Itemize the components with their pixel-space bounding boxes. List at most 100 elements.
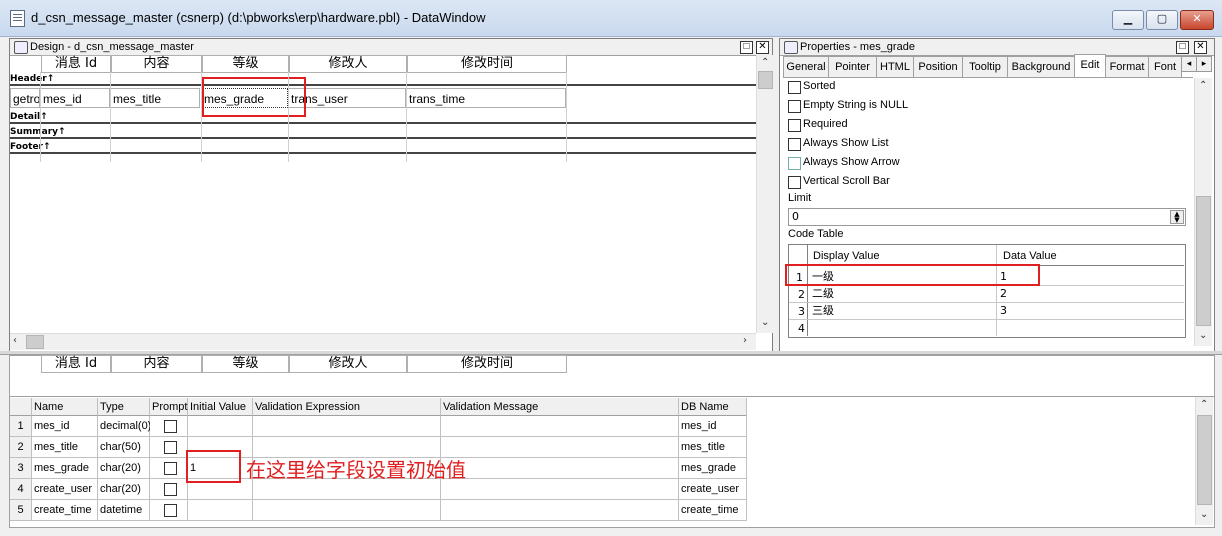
cell-name[interactable]: create_user (32, 479, 98, 500)
minimize-button[interactable]: ▁ (1112, 10, 1144, 30)
cell-dbname[interactable]: mes_grade (679, 458, 747, 479)
band-detail[interactable]: Detail↑ (10, 112, 756, 124)
cell-name[interactable]: mes_grade (32, 458, 98, 479)
cell-prompt (150, 416, 188, 437)
scroll-down-icon[interactable]: ⌄ (761, 317, 769, 328)
cell-dbname[interactable]: mes_id (679, 416, 747, 437)
scroll-down-icon[interactable]: ⌄ (1199, 330, 1207, 341)
tab-background[interactable]: Background (1007, 56, 1075, 77)
cell-validation-msg[interactable] (441, 416, 679, 437)
limit-input[interactable]: 0 ▲ ▼ (788, 208, 1186, 226)
cell-type[interactable]: char(20) (98, 479, 150, 500)
sorted-checkbox[interactable] (788, 81, 801, 94)
code-table-display-value[interactable]: 三级 (812, 303, 834, 319)
cell-name[interactable]: mes_id (32, 416, 98, 437)
tab-scroll-right-icon[interactable]: ▸ (1196, 56, 1212, 72)
design-header-content[interactable]: 内容 (111, 55, 202, 73)
detail-field-mes-id[interactable]: mes_id (40, 88, 110, 108)
highlight-grade-field (202, 77, 306, 117)
cell-name[interactable]: mes_title (32, 437, 98, 458)
cell-validation-expr[interactable] (253, 416, 441, 437)
empty-string-null-checkbox[interactable] (788, 100, 801, 113)
column-spec-header-name: Name (32, 398, 98, 416)
guide-line (566, 72, 567, 162)
design-close-icon[interactable]: ✕ (756, 41, 769, 54)
tab-font[interactable]: Font (1148, 56, 1182, 77)
scroll-thumb[interactable] (758, 71, 773, 89)
tab-html[interactable]: HTML (876, 56, 914, 77)
prompt-checkbox[interactable] (164, 483, 177, 496)
cell-type[interactable]: decimal(0) (98, 416, 151, 437)
scroll-right-icon[interactable]: › (743, 335, 747, 346)
cell-prompt (150, 479, 188, 500)
prompt-checkbox[interactable] (164, 420, 177, 433)
design-header-user[interactable]: 修改人 (289, 55, 407, 73)
scroll-left-icon[interactable]: ‹ (13, 335, 17, 346)
tab-scroll-left-icon[interactable]: ◂ (1181, 56, 1197, 72)
design-header-msgid[interactable]: 消息 Id (41, 55, 111, 73)
detail-field-getro[interactable]: getro (10, 88, 40, 108)
required-checkbox[interactable] (788, 119, 801, 132)
prompt-checkbox[interactable] (164, 441, 177, 454)
cell-validation-expr[interactable] (253, 500, 441, 521)
scroll-thumb[interactable] (1196, 196, 1211, 326)
design-pane-titlebar: Design - d_csn_message_master □ ✕ (10, 39, 772, 56)
always-show-list-checkbox[interactable] (788, 138, 801, 151)
cell-validation-msg[interactable] (441, 437, 679, 458)
design-vscroll[interactable]: ⌃ ⌄ (756, 55, 774, 333)
column-spec-vscroll[interactable]: ⌃ ⌄ (1195, 397, 1213, 525)
maximize-button[interactable]: ▢ (1146, 10, 1178, 30)
cell-validation-msg[interactable] (441, 500, 679, 521)
design-header-time[interactable]: 修改时间 (407, 55, 567, 73)
properties-vscroll[interactable]: ⌃ ⌄ (1194, 78, 1212, 346)
limit-spinner-icon[interactable]: ▲ ▼ (1170, 210, 1184, 224)
cell-type[interactable]: datetime (98, 500, 150, 521)
scroll-thumb[interactable] (1197, 415, 1212, 505)
design-hscroll[interactable]: ‹ › (10, 333, 756, 350)
tab-general[interactable]: General (783, 56, 829, 77)
design-header-grade[interactable]: 等级 (202, 55, 289, 73)
scroll-up-icon[interactable]: ⌃ (1200, 399, 1208, 410)
detail-field-trans-time[interactable]: trans_time (406, 88, 566, 108)
cell-type[interactable]: char(20) (98, 458, 150, 479)
properties-maximize-icon[interactable]: □ (1176, 41, 1189, 54)
prompt-checkbox[interactable] (164, 504, 177, 517)
cell-type[interactable]: char(50) (98, 437, 150, 458)
band-footer[interactable]: Footer↑ (10, 142, 756, 154)
row-num: 5 (10, 500, 32, 521)
design-maximize-icon[interactable]: □ (740, 41, 753, 54)
cell-name[interactable]: create_time (32, 500, 98, 521)
close-button[interactable]: ✕ (1180, 10, 1214, 30)
code-table-data-value[interactable]: 3 (1000, 303, 1007, 319)
tab-position[interactable]: Position (913, 56, 963, 77)
always-show-arrow-checkbox[interactable] (788, 157, 801, 170)
scroll-up-icon[interactable]: ⌃ (761, 57, 769, 68)
cell-validation-msg[interactable] (441, 479, 679, 500)
cell-initial[interactable] (188, 416, 253, 437)
code-table-col-divider (807, 245, 808, 336)
cell-dbname[interactable]: mes_title (679, 437, 747, 458)
tab-tooltip[interactable]: Tooltip (962, 56, 1008, 77)
cell-validation-msg[interactable] (441, 458, 679, 479)
properties-close-icon[interactable]: ✕ (1194, 41, 1207, 54)
cell-initial[interactable] (188, 500, 253, 521)
tab-format[interactable]: Format (1105, 56, 1149, 77)
cell-dbname[interactable]: create_time (679, 500, 747, 521)
cell-prompt (150, 500, 188, 521)
guide-line (288, 72, 289, 162)
cell-dbname[interactable]: create_user (679, 479, 747, 500)
limit-value: 0 (792, 210, 799, 223)
prompt-checkbox[interactable] (164, 462, 177, 475)
tab-edit[interactable]: Edit (1074, 54, 1106, 78)
vertical-scroll-bar-checkbox[interactable] (788, 176, 801, 189)
preview-header-user: 修改人 (289, 355, 407, 373)
sorted-label: Sorted (803, 80, 836, 92)
band-summary[interactable]: Summary↑ (10, 127, 756, 139)
detail-field-mes-title[interactable]: mes_title (110, 88, 200, 108)
tab-pointer[interactable]: Pointer (828, 56, 877, 77)
scroll-up-icon[interactable]: ⌃ (1199, 80, 1207, 91)
code-table-display-value[interactable]: 二级 (812, 286, 834, 302)
hscroll-thumb[interactable] (26, 335, 44, 349)
code-table-data-value[interactable]: 2 (1000, 286, 1007, 302)
scroll-down-icon[interactable]: ⌄ (1200, 509, 1208, 520)
